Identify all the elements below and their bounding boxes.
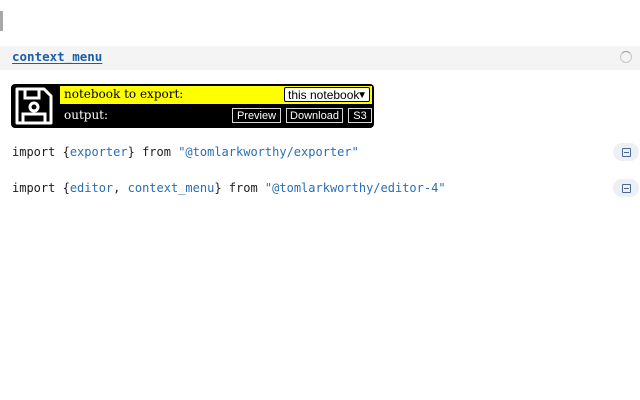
brace-open: { (62, 145, 70, 159)
floppy-disk-icon (15, 87, 53, 125)
editor-identifier: editor (69, 181, 114, 195)
editor-module-string: "@tomlarkworthy/editor-4" (264, 181, 446, 195)
collapse-cell-button[interactable] (613, 143, 639, 161)
cell-header-bar: context_menu (0, 46, 640, 70)
context-menu-link[interactable]: context_menu (12, 49, 102, 64)
output-label: output: (64, 108, 109, 122)
import-keyword: import (12, 145, 63, 159)
exporter-module-string: "@tomlarkworthy/exporter" (178, 145, 359, 159)
preview-button[interactable]: Preview (232, 108, 281, 123)
collapse-cell-button[interactable] (613, 179, 639, 197)
from-keyword: from (221, 181, 265, 195)
separator: , (113, 181, 128, 195)
chevron-down-icon: ▼ (357, 90, 367, 101)
from-keyword: from (134, 145, 179, 159)
notebook-to-export-label: notebook to export: (64, 87, 184, 101)
brace-close: } (214, 181, 222, 195)
notebook-select[interactable]: this notebook ▼ (284, 87, 370, 102)
exporter-widget: notebook to export: this notebook ▼ outp… (11, 84, 374, 128)
notebook-select-value: this notebook (288, 88, 360, 102)
cell-focus-marker (0, 11, 3, 31)
s3-button[interactable]: S3 (348, 108, 372, 123)
import-keyword: import (12, 181, 63, 195)
import-editor-line: import {editor, context_menu} from "@tom… (12, 181, 446, 195)
brace-close: } (127, 145, 135, 159)
context-menu-identifier: context_menu (127, 181, 215, 195)
download-button[interactable]: Download (286, 108, 343, 123)
loading-spinner-icon (620, 51, 632, 63)
exporter-identifier: exporter (69, 145, 128, 159)
notebook-export-row: notebook to export: this notebook ▼ (60, 86, 372, 104)
import-exporter-line: import {exporter} from "@tomlarkworthy/e… (12, 145, 359, 159)
collapse-cell-icon (622, 148, 631, 157)
brace-open: { (62, 181, 70, 195)
collapse-cell-icon (622, 184, 631, 193)
